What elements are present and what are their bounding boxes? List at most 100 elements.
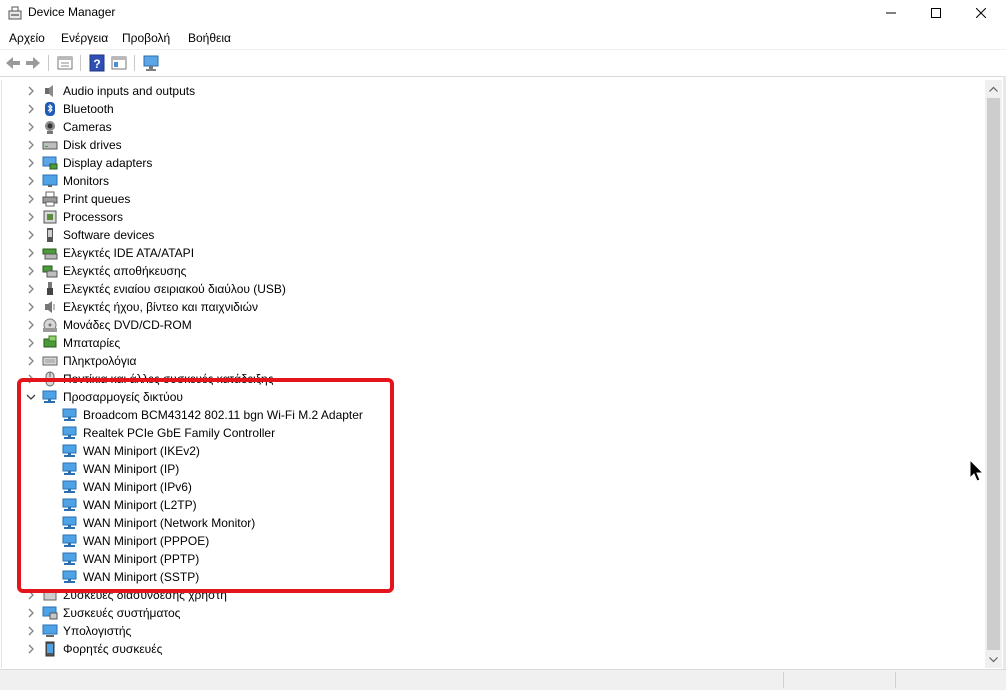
tree-category-item[interactable]: Συσκευές συστήματος: [2, 604, 985, 622]
tree-item-label: Ελεγκτές ήχου, βίντεο και παιχνιδιών: [63, 300, 258, 314]
scan-hardware-icon[interactable]: [142, 54, 160, 72]
tree-category-item[interactable]: Μπαταρίες: [2, 334, 985, 352]
back-icon[interactable]: [4, 54, 22, 72]
view-icon[interactable]: [110, 54, 128, 72]
chevron-right-icon[interactable]: [25, 355, 37, 367]
chevron-right-icon[interactable]: [25, 283, 37, 295]
chevron-right-icon[interactable]: [25, 139, 37, 151]
chevron-right-icon[interactable]: [25, 247, 37, 259]
menu-action[interactable]: Ενέργεια: [61, 31, 108, 45]
menu-bar: Αρχείο Ενέργεια Προβολή Βοήθεια: [0, 27, 1006, 50]
device-manager-icon: [8, 6, 22, 20]
portable-device-icon: [45, 641, 55, 657]
chevron-right-icon[interactable]: [25, 607, 37, 619]
tree-item-label: Disk drives: [63, 138, 122, 152]
chevron-down-icon: [989, 656, 998, 662]
tree-item-label: Πληκτρολόγια: [63, 354, 137, 368]
tree-category-item[interactable]: Υπολογιστής: [2, 622, 985, 640]
menu-view[interactable]: Προβολή: [122, 31, 170, 45]
tree-category-item[interactable]: Ελεγκτές ενιαίου σειριακού διαύλου (USB): [2, 280, 985, 298]
properties-icon[interactable]: [56, 54, 74, 72]
tree-category-item[interactable]: Print queues: [2, 190, 985, 208]
maximize-icon: [931, 8, 941, 18]
tree-category-item[interactable]: Display adapters: [2, 154, 985, 172]
software-device-icon: [47, 228, 53, 242]
tree-item-label: Audio inputs and outputs: [63, 84, 196, 98]
storage-icon: [42, 265, 58, 278]
battery-icon: [43, 335, 57, 348]
mouse-cursor-icon: [969, 459, 985, 482]
minimize-icon: [886, 12, 896, 14]
bluetooth-icon: [45, 102, 55, 116]
tree-item-label: Μονάδες DVD/CD-ROM: [63, 318, 192, 332]
tree-category-item[interactable]: Audio inputs and outputs: [2, 82, 985, 100]
chevron-right-icon[interactable]: [25, 229, 37, 241]
tree-item-label: Cameras: [63, 120, 112, 134]
title-bar: Device Manager: [0, 0, 1006, 26]
tree-category-item[interactable]: Disk drives: [2, 136, 985, 154]
tree-item-label: Συσκευές συστήματος: [63, 606, 181, 620]
annotation-highlight-box: [17, 378, 394, 593]
tree-category-item[interactable]: Cameras: [2, 118, 985, 136]
chevron-right-icon[interactable]: [25, 103, 37, 115]
menu-help[interactable]: Βοήθεια: [188, 31, 231, 45]
chevron-right-icon[interactable]: [25, 625, 37, 637]
tree-item-label: Υπολογιστής: [63, 624, 132, 638]
tree-item-label: Software devices: [63, 228, 155, 242]
status-bar: [0, 669, 1006, 690]
chevron-right-icon[interactable]: [25, 643, 37, 655]
tree-category-item[interactable]: Monitors: [2, 172, 985, 190]
chevron-right-icon[interactable]: [25, 337, 37, 349]
tree-category-item[interactable]: Ελεγκτές ήχου, βίντεο και παιχνιδιών: [2, 298, 985, 316]
usb-icon: [47, 282, 53, 295]
ide-icon: [42, 248, 58, 260]
display-adapter-icon: [42, 156, 58, 170]
dvd-icon: [43, 318, 57, 332]
chevron-right-icon[interactable]: [25, 175, 37, 187]
tree-category-item[interactable]: Πληκτρολόγια: [2, 352, 985, 370]
toolbar: ?: [0, 50, 1006, 77]
scroll-up-button[interactable]: [985, 80, 1002, 97]
tree-category-item[interactable]: Φορητές συσκευές: [2, 640, 985, 658]
tree-item-label: Monitors: [63, 174, 110, 188]
tree-item-label: Μπαταρίες: [63, 336, 121, 350]
tree-item-label: Φορητές συσκευές: [63, 642, 163, 656]
chevron-right-icon[interactable]: [25, 319, 37, 331]
tree-category-item[interactable]: Μονάδες DVD/CD-ROM: [2, 316, 985, 334]
help-icon[interactable]: ?: [88, 54, 106, 72]
chevron-right-icon[interactable]: [25, 85, 37, 97]
close-button[interactable]: [958, 0, 1004, 26]
disk-icon: [42, 141, 58, 150]
scroll-down-button[interactable]: [985, 651, 1002, 668]
forward-icon[interactable]: [24, 54, 42, 72]
tree-item-label: Ελεγκτές αποθήκευσης: [63, 264, 187, 278]
menu-file[interactable]: Αρχείο: [9, 31, 45, 45]
tree-item-label: Display adapters: [63, 156, 153, 170]
svg-text:?: ?: [93, 57, 100, 71]
vertical-scrollbar[interactable]: [985, 80, 1002, 668]
tree-category-item[interactable]: Software devices: [2, 226, 985, 244]
chevron-right-icon[interactable]: [25, 211, 37, 223]
printer-icon: [42, 191, 58, 207]
keyboard-icon: [42, 356, 58, 366]
close-icon: [976, 8, 986, 18]
tree-category-item[interactable]: Ελεγκτές IDE ATA/ATAPI: [2, 244, 985, 262]
tree-item-label: Print queues: [63, 192, 131, 206]
chevron-right-icon[interactable]: [25, 157, 37, 169]
scroll-thumb[interactable]: [987, 98, 1000, 650]
chevron-right-icon[interactable]: [25, 193, 37, 205]
chevron-right-icon[interactable]: [25, 301, 37, 313]
sound-icon: [45, 301, 55, 313]
tree-category-item[interactable]: Processors: [2, 208, 985, 226]
tree-category-item[interactable]: Ελεγκτές αποθήκευσης: [2, 262, 985, 280]
tree-item-label: Processors: [63, 210, 124, 224]
minimize-button[interactable]: [868, 0, 914, 26]
camera-icon: [45, 121, 55, 134]
toolbar-separator: [80, 55, 81, 71]
chevron-right-icon[interactable]: [25, 265, 37, 277]
maximize-button[interactable]: [913, 0, 959, 26]
chevron-right-icon[interactable]: [25, 121, 37, 133]
tree-category-item[interactable]: Bluetooth: [2, 100, 985, 118]
tree-item-label: Ελεγκτές IDE ATA/ATAPI: [63, 246, 195, 260]
status-separator: [783, 672, 784, 688]
